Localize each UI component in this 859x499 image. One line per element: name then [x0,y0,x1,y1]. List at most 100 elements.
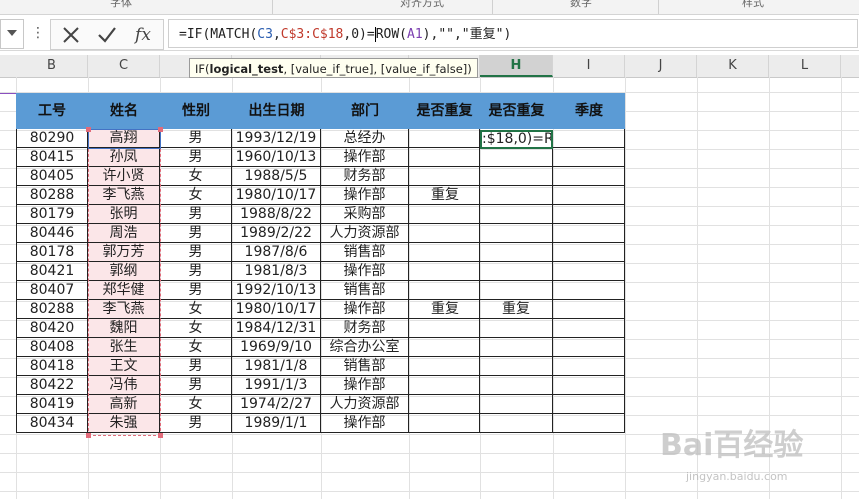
table-cell[interactable]: 销售部 [321,243,409,262]
ribbon-group-number[interactable]: 数字 [570,0,592,10]
close-icon[interactable] [53,20,89,49]
table-cell[interactable]: 女 [160,338,232,357]
ribbon-group-styles[interactable]: 样式 [742,0,764,10]
table-cell[interactable]: 1988/5/5 [232,167,321,186]
table-cell[interactable]: 人力资源部 [321,395,409,414]
table-cell[interactable] [553,205,625,224]
table-cell[interactable]: 80179 [16,205,88,224]
table-cell[interactable]: 男 [160,205,232,224]
table-cell[interactable]: 许小贤 [88,167,160,186]
table-cell[interactable] [553,224,625,243]
range-handle[interactable] [86,127,91,132]
table-cell[interactable]: 1988/8/22 [232,205,321,224]
table-cell[interactable] [409,338,480,357]
table-cell[interactable]: 采购部 [321,205,409,224]
table-cell[interactable]: 高新 [88,395,160,414]
table-cell[interactable] [409,262,480,281]
table-cell[interactable]: 男 [160,414,232,433]
table-cell[interactable]: 1991/1/3 [232,376,321,395]
table-cell[interactable]: 女 [160,186,232,205]
table-cell[interactable]: 80419 [16,395,88,414]
table-header-cell[interactable]: 性别 [160,93,232,129]
insert-function-button[interactable]: fx [125,20,161,49]
table-cell[interactable] [480,243,553,262]
table-cell[interactable] [480,205,553,224]
table-cell[interactable]: 销售部 [321,357,409,376]
table-cell[interactable] [409,224,480,243]
table-cell[interactable]: 操作部 [321,148,409,167]
table-header-cell[interactable]: 姓名 [88,93,160,129]
table-cell[interactable]: 80288 [16,300,88,319]
table-cell[interactable]: 80408 [16,338,88,357]
table-cell[interactable]: 男 [160,357,232,376]
table-cell[interactable]: 重复 [409,300,480,319]
table-cell[interactable]: 操作部 [321,186,409,205]
more-options-icon[interactable]: ⋮ [31,25,45,41]
table-cell[interactable]: 男 [160,262,232,281]
table-cell[interactable]: 80405 [16,167,88,186]
table-cell[interactable]: 1989/2/22 [232,224,321,243]
table-cell[interactable]: 1981/1/8 [232,357,321,376]
table-cell[interactable] [480,262,553,281]
table-cell[interactable]: 郭万芳 [88,243,160,262]
column-header-i[interactable]: I [553,55,625,77]
table-cell[interactable] [409,205,480,224]
range-handle[interactable] [158,127,163,132]
table-cell[interactable]: 男 [160,129,232,148]
table-cell[interactable] [480,281,553,300]
table-cell[interactable]: 1969/9/10 [232,338,321,357]
table-cell[interactable]: 男 [160,243,232,262]
table-cell[interactable] [553,243,625,262]
table-cell[interactable] [553,319,625,338]
table-cell[interactable]: 1984/12/31 [232,319,321,338]
table-cell[interactable]: 张明 [88,205,160,224]
column-header-h[interactable]: H [480,55,553,77]
table-cell[interactable] [480,338,553,357]
column-header-j[interactable]: J [625,55,697,77]
table-cell[interactable]: 周浩 [88,224,160,243]
table-cell[interactable]: 男 [160,376,232,395]
tooltip-arg-logical-test[interactable]: logical_test [210,62,284,76]
table-cell[interactable] [480,224,553,243]
table-cell[interactable]: 男 [160,281,232,300]
table-cell[interactable] [480,395,553,414]
table-cell[interactable] [553,395,625,414]
table-cell[interactable]: 财务部 [321,167,409,186]
table-cell[interactable]: 1981/8/3 [232,262,321,281]
table-cell[interactable] [409,281,480,300]
table-cell[interactable]: 孙凤 [88,148,160,167]
table-cell[interactable] [409,376,480,395]
table-cell[interactable]: 操作部 [321,262,409,281]
table-cell[interactable] [480,148,553,167]
table-cell[interactable]: 80446 [16,224,88,243]
table-cell[interactable] [409,129,480,148]
ribbon-group-font[interactable]: 字体 [110,0,132,10]
table-cell[interactable] [553,300,625,319]
table-cell[interactable]: 80178 [16,243,88,262]
table-cell[interactable]: 80290 [16,129,88,148]
ribbon-group-alignment[interactable]: 对齐方式 [400,0,444,10]
table-cell[interactable] [480,186,553,205]
table-header-cell[interactable]: 是否重复 [480,93,553,129]
table-header-cell[interactable]: 工号 [16,93,88,129]
name-box-dropdown[interactable] [0,19,24,49]
table-cell[interactable] [553,281,625,300]
table-cell[interactable]: 女 [160,300,232,319]
formula-input[interactable]: =IF(MATCH(C3,C$3:C$18,0)=ROW(A1),"","重复"… [168,19,858,48]
table-cell[interactable] [409,414,480,433]
table-cell[interactable] [553,414,625,433]
table-cell[interactable] [480,376,553,395]
table-cell[interactable]: 80418 [16,357,88,376]
table-cell[interactable] [409,148,480,167]
table-cell[interactable]: 操作部 [321,300,409,319]
table-cell[interactable]: 1980/10/17 [232,300,321,319]
table-cell[interactable] [553,357,625,376]
table-cell[interactable] [553,186,625,205]
table-cell[interactable]: 1993/12/19 [232,129,321,148]
table-cell[interactable]: 女 [160,319,232,338]
table-header-cell[interactable]: 出生日期 [232,93,321,129]
table-cell[interactable] [553,338,625,357]
column-header-b[interactable]: B [16,55,88,77]
column-header-k[interactable]: K [697,55,769,77]
table-cell[interactable]: 销售部 [321,281,409,300]
